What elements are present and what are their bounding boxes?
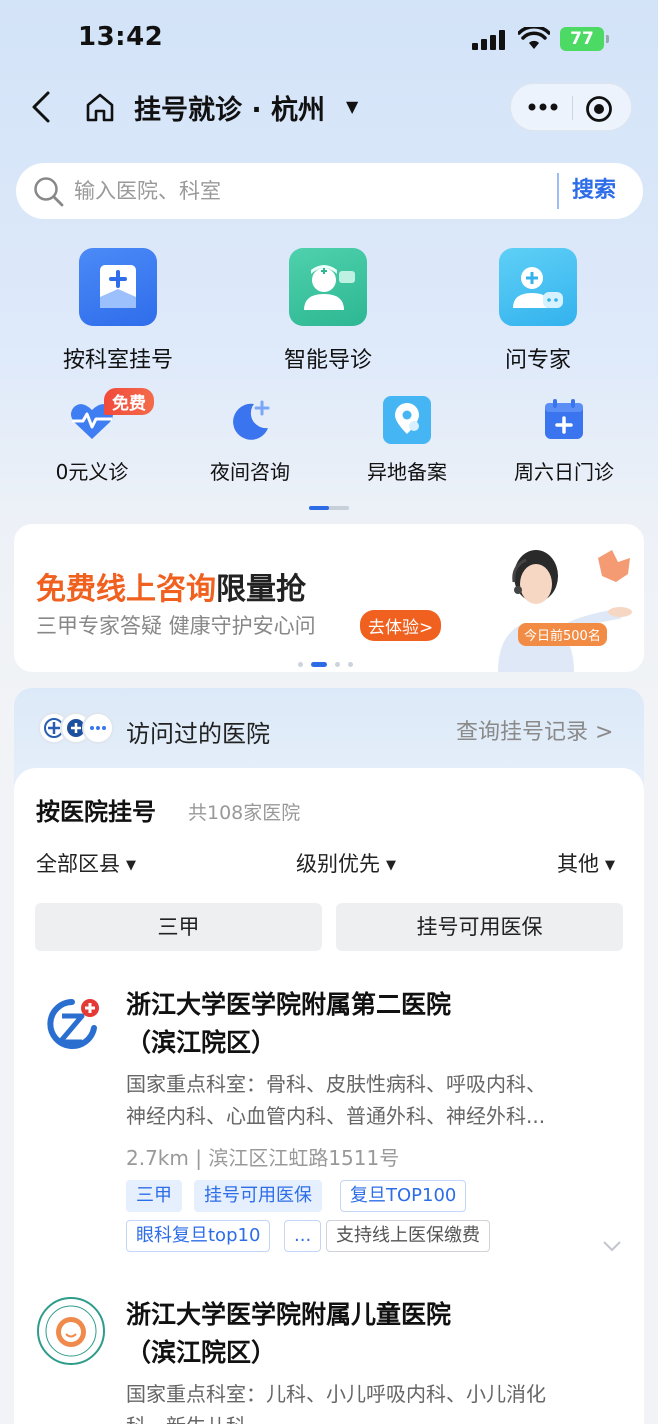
filter-district[interactable]: 全部区县 ▼	[36, 848, 136, 878]
hospital-count: 共108家医院	[188, 802, 301, 824]
tag: 挂号可用医保	[194, 1180, 322, 1212]
entry-label: 夜间咨询	[210, 460, 290, 484]
dropdown-icon: ▼	[386, 858, 396, 873]
hospital-name: 浙江大学医学院附属第二医院 （滨江院区）	[126, 990, 452, 1057]
banner-title: 免费线上咨询限量抢	[36, 572, 306, 607]
entry-label: 智能导诊	[283, 348, 372, 373]
dropdown-icon: ▼	[605, 858, 615, 873]
status-time: 13:42	[78, 22, 164, 52]
hospital-distance-address: 2.7km | 滨江区江虹路1511号	[126, 1146, 400, 1170]
entry-ask-expert[interactable]: 问专家	[448, 248, 628, 374]
hospital-item[interactable]: 浙江大学医学院附属第二医院 （滨江院区） 国家重点科室：骨科、皮肤性病科、呼吸内…	[14, 978, 644, 1268]
capsule-divider	[572, 96, 573, 120]
doctor-chat-icon	[499, 248, 577, 326]
query-records-link[interactable]: 查询挂号记录 >	[456, 714, 613, 746]
filter-level[interactable]: 级别优先 ▼	[296, 848, 396, 878]
chip-insurance[interactable]: 挂号可用医保	[336, 903, 623, 951]
support-agent-illustration	[498, 550, 632, 672]
expand-chevron-icon[interactable]	[602, 1240, 622, 1252]
banner-try-button[interactable]: 去体验>	[360, 610, 442, 641]
search-divider	[557, 173, 559, 209]
promo-banner[interactable]: 免费线上咨询限量抢 三甲专家答疑 健康守护安心问 去体验> 今日前500名	[14, 524, 644, 672]
hospital-name: 浙江大学医学院附属儿童医院 （滨江院区）	[126, 1300, 452, 1367]
search-input[interactable]	[74, 163, 544, 219]
tag: 眼科复旦top10	[126, 1220, 271, 1252]
page-title[interactable]: 挂号就诊 · 杭州	[134, 88, 325, 127]
signal-icon	[472, 30, 505, 50]
banner-subtitle: 三甲专家答疑 健康守护安心问	[36, 614, 316, 638]
entry-smart-triage[interactable]: 智能导诊	[238, 248, 418, 374]
nurse-icon	[289, 248, 367, 326]
more-icon[interactable]	[528, 102, 558, 112]
location-pin-icon	[381, 394, 433, 446]
tag: 复旦TOP100	[340, 1180, 467, 1212]
entry-label: 周六日门诊	[514, 460, 614, 484]
entry-label: 0元义诊	[55, 460, 129, 484]
visited-title: 访问过的医院	[126, 720, 270, 748]
entries-pager	[309, 506, 349, 510]
home-icon[interactable]	[84, 91, 116, 123]
search-bar: 搜索	[16, 163, 643, 219]
chip-grade-a3[interactable]: 三甲	[35, 903, 322, 951]
tag: ...	[284, 1220, 322, 1252]
search-icon	[34, 177, 64, 207]
tag: 支持线上医保缴费	[326, 1220, 490, 1252]
close-miniapp-icon[interactable]	[585, 95, 613, 123]
entry-night-consult[interactable]: 夜间咨询	[175, 394, 325, 485]
entry-label: 问专家	[504, 348, 571, 373]
wifi-icon	[518, 27, 550, 49]
hospital-logo-icon	[37, 1297, 105, 1365]
hospital-item[interactable]: 浙江大学医学院附属儿童医院 （滨江院区） 国家重点科室：儿科、小儿呼吸内科、小儿…	[14, 1288, 644, 1424]
banner-pager	[298, 654, 361, 672]
battery-indicator: 77	[560, 27, 609, 51]
city-dropdown-icon[interactable]: ▼	[346, 97, 358, 116]
hospital-logo-icon	[47, 999, 99, 1049]
calendar-plus-icon	[538, 394, 590, 446]
hospital-key-departments: 国家重点科室：骨科、皮肤性病科、呼吸内科、 神经内科、心血管内科、普通外科、神经…	[126, 1072, 546, 1128]
moon-plus-icon	[224, 394, 276, 446]
entry-by-department[interactable]: 按科室挂号	[28, 248, 208, 374]
section-title: 按医院挂号	[36, 798, 156, 826]
entry-label: 按科室挂号	[62, 348, 173, 373]
dropdown-icon: ▼	[126, 858, 136, 873]
free-badge: 免费	[104, 388, 154, 415]
filter-other[interactable]: 其他 ▼	[557, 848, 615, 878]
back-icon[interactable]	[30, 90, 52, 124]
hospital-list-card: 按医院挂号 共108家医院 全部区县 ▼ 级别优先 ▼ 其他 ▼ 三甲 挂号可用医保 …	[14, 768, 644, 1424]
more-hospitals-icon	[82, 712, 114, 744]
entry-remote-filing[interactable]: 异地备案	[332, 394, 482, 485]
entry-weekend-clinic[interactable]: 周六日门诊	[489, 394, 639, 485]
miniapp-capsule	[510, 83, 632, 131]
search-button[interactable]: 搜索	[572, 163, 616, 219]
tag: 三甲	[126, 1180, 182, 1212]
banner-quota-tag: 今日前500名	[518, 623, 607, 646]
hospital-key-departments: 国家重点科室：儿科、小儿呼吸内科、小儿消化 科、新生儿科	[126, 1382, 546, 1424]
clipboard-plus-icon	[79, 248, 157, 326]
entry-label: 异地备案	[367, 460, 447, 484]
